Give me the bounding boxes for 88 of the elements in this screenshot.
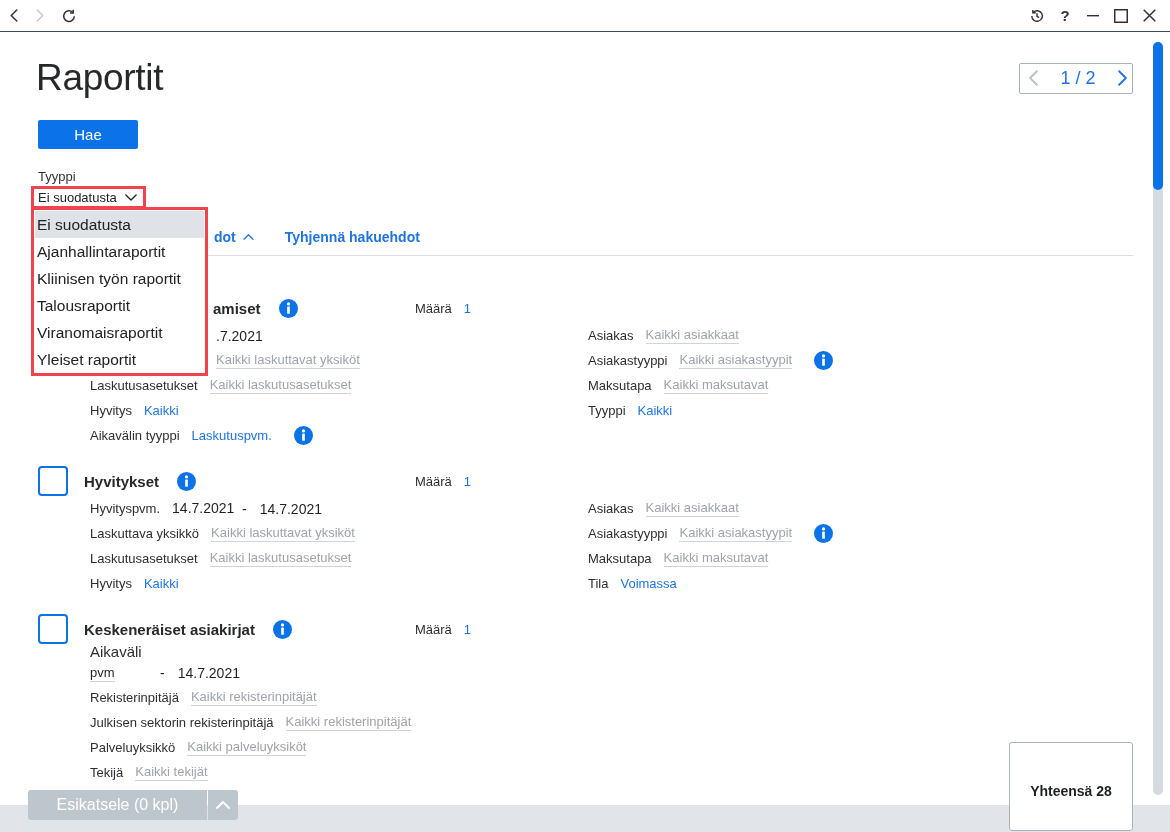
field-label: Rekisterinpitäjä [90,690,179,705]
select-field[interactable]: Kaikki asiakastyypit [679,352,793,369]
count-value: 1 [463,473,472,489]
value-link[interactable]: Voimassa [620,576,677,591]
select-field[interactable]: Kaikki asiakastyypit [679,525,793,542]
total-text: Yhteensä 28 [1030,782,1112,799]
range-separator: - [160,664,165,681]
menu-option[interactable]: Ei suodatusta [35,211,204,238]
field-label: Palveluyksikkö [90,740,176,755]
chevron-right-icon[interactable] [1118,70,1127,86]
field-label: Maksutapa [588,551,652,566]
scrollbar-track[interactable] [1153,42,1163,795]
field-label: Asiakas [588,501,634,516]
field-label: Aikavälin tyyppi [90,428,180,443]
field-label: Laskuttava yksikkö [90,526,200,541]
section-title: amiset [213,299,261,317]
select-field[interactable]: Kaikki rekisterinpitäjät [285,714,412,731]
menu-option[interactable]: Ajanhallintaraportit [35,238,204,265]
date-field[interactable]: 14.7.2021 [172,500,235,516]
checkbox[interactable] [38,466,68,496]
field-label: Laskutusasetukset [90,378,198,393]
page-indicator: 1 / 2 [1060,67,1096,89]
reload-icon[interactable] [62,8,76,23]
info-icon[interactable] [177,471,197,491]
menu-option[interactable]: Kliinisen työn raportit [35,265,204,292]
search-button[interactable]: Hae [38,120,138,149]
field-label: Tekijä [90,765,124,780]
select-field[interactable]: Kaikki maksutavat [663,550,769,567]
close-icon[interactable] [1142,9,1156,22]
count-label: Määrä [415,300,452,316]
select-field[interactable]: Kaikki asiakkaat [645,500,739,517]
field-label: Tyyppi [38,169,76,185]
select-field[interactable]: Kaikki asiakkaat [645,327,739,344]
value-link[interactable]: Kaikki [637,403,673,418]
date-field[interactable]: pvm [90,665,115,682]
field-label: Maksutapa [588,378,652,393]
value-link[interactable]: Kaikki [143,403,179,418]
field-label: Hyvitys [90,576,132,591]
field-label: Asiakastyyppi [588,353,668,368]
clear-link[interactable]: Tyhjennä hakuehdot [284,227,420,247]
date-field[interactable]: 14.7.2021 [177,664,240,681]
info-icon[interactable] [278,298,298,318]
history-icon[interactable] [1030,8,1044,23]
info-icon[interactable] [293,426,313,445]
minimize-icon[interactable] [1087,14,1099,17]
info-icon[interactable] [814,524,834,543]
value-link[interactable]: Laskutuspvm. [191,428,272,443]
count-value: 1 [463,300,472,316]
toggle-link[interactable]: dot [214,227,254,247]
chevron-up-icon [216,801,230,809]
field-label: Asiakastyyppi [588,526,668,541]
section-title: Hyvitykset [84,472,160,490]
select-field[interactable]: Kaikki laskutusasetukset [209,550,352,567]
field-label: Asiakas [588,328,634,343]
select-field[interactable]: Kaikki laskuttavat yksiköt [216,352,360,369]
value-link[interactable]: Kaikki [143,576,179,591]
help-button[interactable]: ? [1060,8,1070,23]
menu-option[interactable]: Talousraportit [35,292,204,319]
info-icon[interactable] [272,619,292,639]
chevron-left-icon[interactable] [10,9,18,22]
date-field[interactable]: 14.7.2021 [259,501,323,516]
menu-option[interactable]: Yleiset raportit [35,346,204,373]
chevron-down-icon [124,194,137,201]
field-label: Aikaväli [90,644,142,660]
count-label: Määrä [415,621,452,637]
scrollbar-thumb[interactable] [1153,42,1163,190]
field-label: Laskutusasetukset [90,551,198,566]
select-field[interactable]: Kaikki laskutusasetukset [209,377,352,394]
field-label: Hyvitys [90,403,132,418]
checkbox[interactable] [38,614,68,644]
field-label: Tyyppi [588,403,626,418]
select-field[interactable]: Kaikki palveluyksiköt [187,739,307,756]
field-label: Julkisen sektorin rekisterinpitäjä [90,715,274,730]
date-field[interactable]: .7.2021 [216,328,263,343]
field-label: Hyvityspvm. [90,501,161,516]
range-separator: - [242,501,247,516]
select-field[interactable]: Kaikki laskuttavat yksiköt [211,525,355,542]
select-field[interactable]: Kaikki tekijät [135,764,208,781]
menu-option[interactable]: Viranomaisraportit [35,319,204,346]
count-value: 1 [463,621,472,637]
select-field[interactable]: Kaikki maksutavat [663,377,769,394]
page-title: Raportit [36,58,164,98]
count-label: Määrä [415,473,452,489]
section-title: Keskeneräiset asiakirjat [84,620,255,638]
select-field[interactable]: Kaikki rekisterinpitäjät [190,689,317,706]
info-icon[interactable] [814,351,834,370]
maximize-icon[interactable] [1114,8,1128,23]
field-label: Tila [588,576,609,591]
